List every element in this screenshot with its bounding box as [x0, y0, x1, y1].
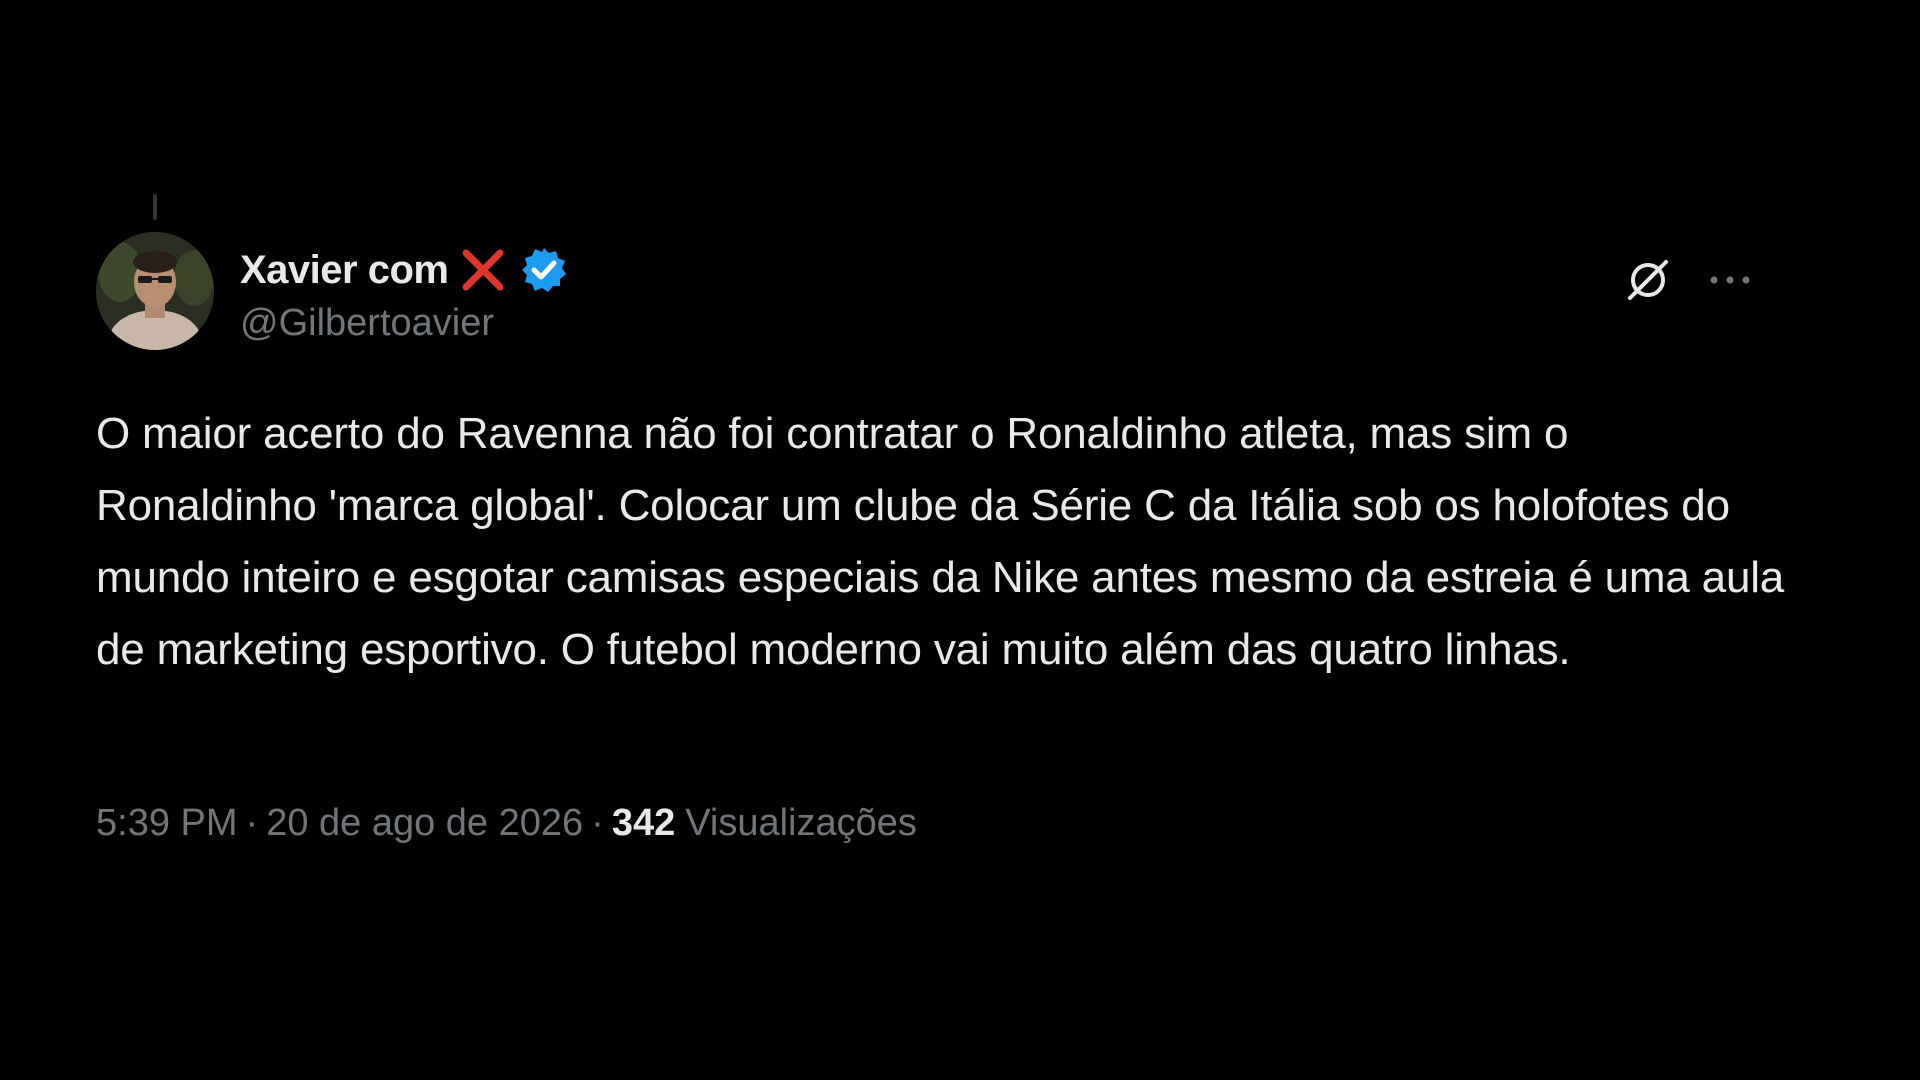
tweet: Xavier com @Gilbertoavier O maior acerto…	[96, 180, 1816, 880]
meta-separator: ·	[591, 802, 604, 844]
author-display-name[interactable]: Xavier com	[240, 248, 449, 293]
grok-icon	[1622, 254, 1674, 311]
grok-button[interactable]	[1618, 252, 1678, 312]
verified-badge-icon[interactable]	[520, 246, 568, 294]
tweet-header: Xavier com @Gilbertoavier	[96, 232, 1816, 352]
post-date[interactable]: 20 de ago de 2026	[266, 802, 583, 845]
x-mark-icon	[458, 245, 508, 295]
views-count: 342	[611, 802, 676, 844]
post-time[interactable]: 5:39 PM	[96, 802, 238, 845]
author-info: Xavier com @Gilbertoavier	[240, 242, 568, 345]
author-handle[interactable]: @Gilbertoavier	[240, 302, 568, 345]
more-options-icon	[1706, 272, 1754, 293]
thread-line	[153, 194, 157, 220]
tweet-text: O maior acerto do Ravenna não foi contra…	[96, 409, 1785, 674]
views-label: Visualizações	[685, 802, 917, 844]
meta-separator: ·	[245, 802, 259, 844]
author-name-row: Xavier com	[240, 242, 568, 298]
tweet-metadata: 5:39 PM · 20 de ago de 2026 · 342 Visual…	[96, 802, 917, 845]
avatar[interactable]	[96, 232, 214, 350]
more-options-button[interactable]	[1700, 252, 1760, 312]
